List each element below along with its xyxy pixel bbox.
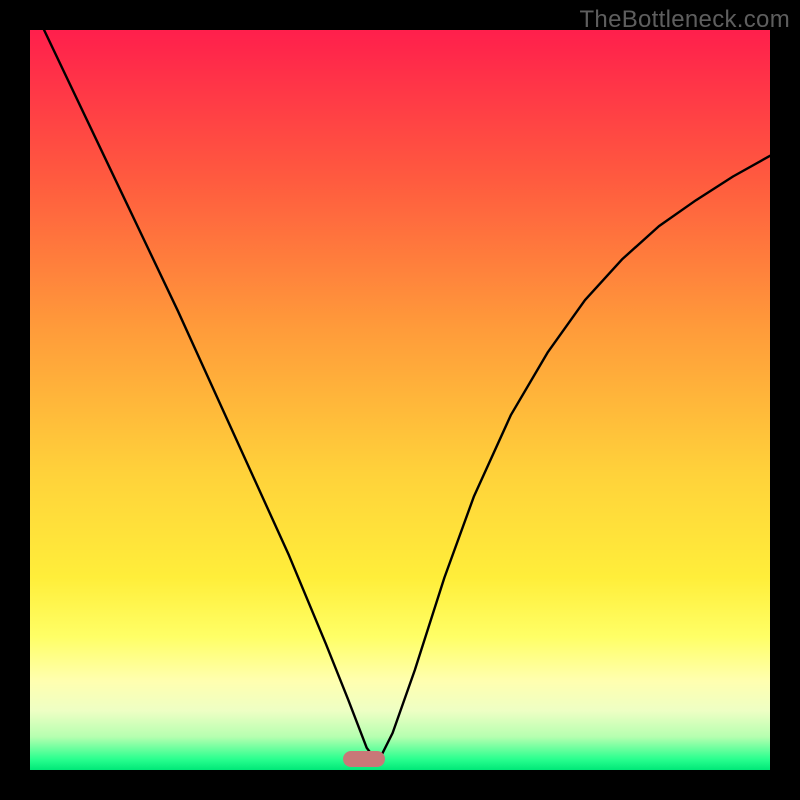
chart-frame: TheBottleneck.com <box>0 0 800 800</box>
minimum-marker <box>343 751 385 767</box>
bottleneck-curve <box>30 30 770 770</box>
curve-right-branch <box>378 156 770 763</box>
curve-left-branch <box>30 0 378 762</box>
watermark-text: TheBottleneck.com <box>579 6 790 34</box>
